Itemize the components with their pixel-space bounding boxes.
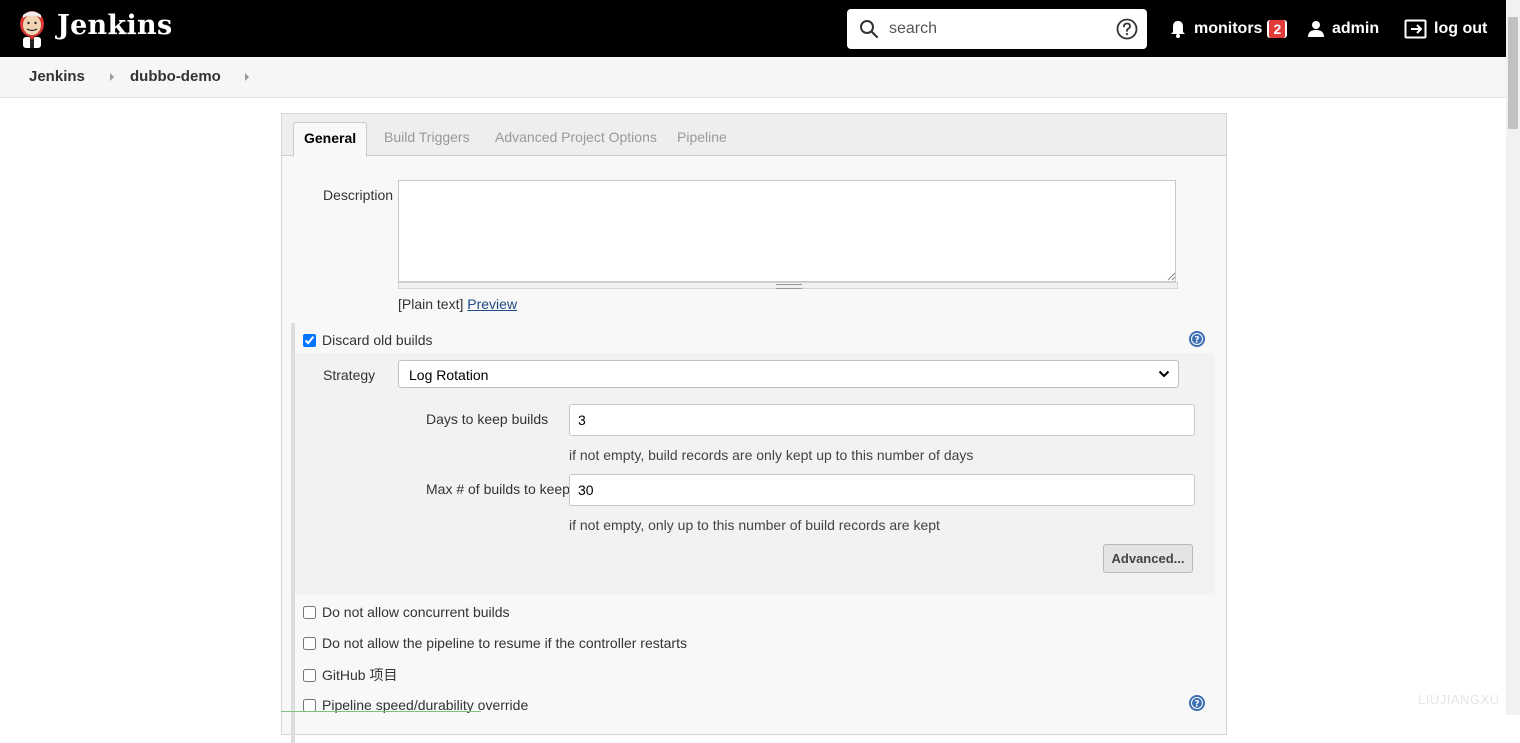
logout-link[interactable]: log out [1404, 18, 1487, 40]
search-box [847, 9, 1147, 49]
no-resume-checkbox[interactable] [303, 636, 316, 650]
plain-text-label: [Plain text] [398, 296, 464, 312]
search-icon [860, 20, 879, 39]
top-header: Jenkins monitors 2 admin [0, 0, 1506, 57]
markup-format: [Plain text] Preview [398, 296, 517, 312]
resize-grip-icon[interactable] [1166, 271, 1176, 281]
strategy-select[interactable]: Log Rotation [398, 360, 1179, 388]
monitors-badge: 2 [1267, 20, 1288, 38]
strategy-label: Strategy [323, 367, 376, 383]
strategy-selected-value: Log Rotation [409, 367, 489, 383]
user-label: admin [1332, 20, 1380, 37]
discard-old-builds-label[interactable]: Discard old builds [322, 332, 433, 348]
no-resume-label[interactable]: Do not allow the pipeline to resume if t… [322, 635, 687, 651]
no-concurrent-builds-label[interactable]: Do not allow concurrent builds [322, 604, 510, 620]
description-resize-handle[interactable] [398, 282, 1178, 289]
svg-text:?: ? [1194, 700, 1199, 710]
option-row: GitHub 项目 [303, 665, 397, 685]
breadcrumb-item-jenkins[interactable]: Jenkins [29, 68, 85, 85]
bell-icon [1171, 21, 1185, 38]
description-label: Description [323, 187, 394, 203]
breadcrumb-separator-icon[interactable] [110, 73, 114, 81]
tab-pipeline[interactable]: Pipeline [667, 122, 737, 155]
max-builds-label: Max # of builds to keep [426, 481, 570, 497]
help-icon[interactable]: ? [1188, 694, 1206, 712]
days-to-keep-label: Days to keep builds [426, 411, 549, 427]
user-link[interactable]: admin [1306, 18, 1379, 40]
scrollbar-thumb[interactable] [1508, 17, 1518, 129]
svg-text:?: ? [1194, 336, 1199, 346]
discard-old-builds-checkbox[interactable] [303, 333, 316, 347]
option-row: Do not allow concurrent builds [303, 604, 510, 620]
jenkins-logo-icon[interactable] [16, 9, 48, 49]
preview-link[interactable]: Preview [467, 296, 517, 312]
days-to-keep-hint: if not empty, build records are only kep… [569, 447, 974, 463]
help-icon[interactable]: ? [1188, 330, 1206, 348]
monitors-label: monitors [1194, 20, 1263, 37]
max-builds-input[interactable] [569, 474, 1195, 506]
description-textarea[interactable] [398, 180, 1176, 282]
bottom-tab-indicator [281, 711, 481, 716]
tab-general[interactable]: General [293, 122, 368, 157]
github-project-checkbox[interactable] [303, 668, 316, 682]
chevron-down-icon [1158, 370, 1170, 378]
days-to-keep-input[interactable] [569, 404, 1195, 436]
breadcrumb-separator-icon[interactable] [245, 73, 249, 81]
max-builds-hint: if not empty, only up to this number of … [569, 517, 940, 533]
logout-icon [1404, 19, 1427, 39]
option-row: Do not allow the pipeline to resume if t… [303, 635, 687, 651]
breadcrumb-item-project[interactable]: dubbo-demo [130, 68, 221, 85]
tab-advanced-project-options[interactable]: Advanced Project Options [485, 122, 667, 155]
search-help-icon[interactable] [1116, 18, 1138, 40]
advanced-button[interactable]: Advanced... [1103, 544, 1193, 573]
breadcrumb: Jenkins dubbo-demo [0, 57, 1506, 98]
github-project-label[interactable]: GitHub 项目 [322, 665, 397, 685]
brand-title[interactable]: Jenkins [57, 10, 172, 41]
watermark: LIUJIANGXU [1418, 692, 1500, 707]
user-icon [1308, 21, 1324, 37]
logout-label: log out [1434, 20, 1488, 37]
config-panel: General Build Triggers Advanced Project … [281, 113, 1227, 743]
discard-old-builds-row: Discard old builds [303, 332, 433, 348]
tab-build-triggers[interactable]: Build Triggers [374, 122, 480, 155]
search-input[interactable] [889, 17, 1099, 41]
monitors-count: 2 [1269, 20, 1286, 38]
page-scrollbar[interactable] [1506, 0, 1520, 715]
monitors-link[interactable]: monitors 2 [1168, 18, 1288, 40]
durability-override-checkbox[interactable] [303, 698, 316, 712]
no-concurrent-builds-checkbox[interactable] [303, 605, 316, 619]
config-tabbar: General Build Triggers Advanced Project … [282, 114, 1226, 157]
